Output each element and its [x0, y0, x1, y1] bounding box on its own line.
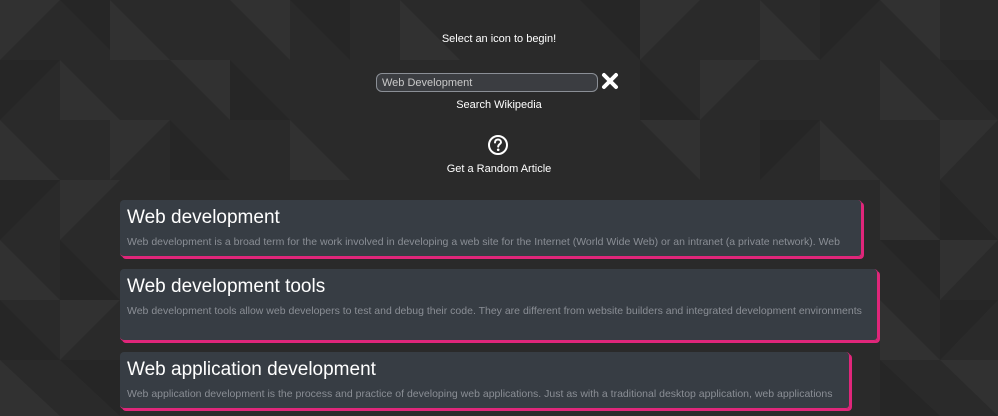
result-title: Web development: [127, 207, 280, 228]
result-card[interactable]: Web development tools Web development to…: [120, 269, 878, 341]
result-snippet: Web application development is the proce…: [127, 388, 833, 400]
result-card[interactable]: Web application development Web applicat…: [120, 352, 850, 409]
result-title: Web development tools: [127, 276, 326, 297]
search-bar: [376, 71, 626, 95]
app-container: Select an icon to begin! Search Wikipedi…: [0, 0, 998, 416]
search-wikipedia-link[interactable]: Search Wikipedia: [456, 99, 542, 111]
close-icon[interactable]: [600, 71, 620, 91]
question-circle-icon[interactable]: [487, 134, 509, 156]
random-article-link-wrap: Get a Random Article: [0, 163, 998, 175]
result-title: Web application development: [127, 359, 376, 380]
intro-text: Select an icon to begin!: [441, 33, 557, 45]
result-card[interactable]: Web development Web development is a bro…: [120, 200, 862, 257]
result-snippet: Web development is a broad term for the …: [127, 236, 840, 248]
search-wikipedia-link-wrap: Search Wikipedia: [0, 99, 998, 111]
result-snippet: Web development tools allow web develope…: [127, 305, 862, 317]
search-input[interactable]: [376, 73, 598, 92]
random-article-link[interactable]: Get a Random Article: [447, 163, 552, 175]
